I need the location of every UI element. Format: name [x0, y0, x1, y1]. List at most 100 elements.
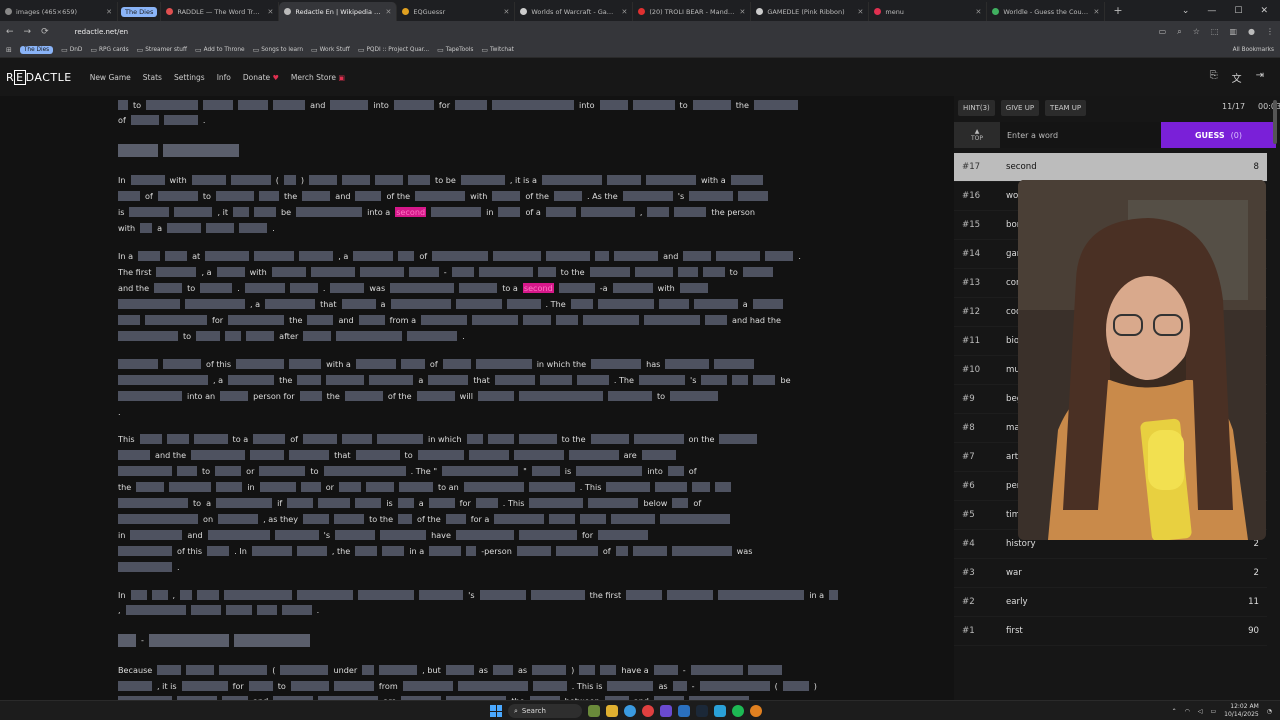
battery-icon[interactable]: ▭ [1210, 708, 1216, 715]
redacted-word[interactable] [393, 100, 434, 110]
redacted-word[interactable] [398, 482, 433, 492]
redacted-word[interactable] [362, 665, 375, 675]
redacted-word[interactable] [302, 191, 331, 201]
redacted-word[interactable] [633, 434, 684, 444]
redacted-word[interactable] [487, 434, 514, 444]
redacted-word[interactable] [335, 530, 376, 540]
bookmark-item[interactable]: ▭ Streamer stuff [137, 46, 187, 54]
redacted-word[interactable] [273, 100, 306, 110]
redacted-word[interactable] [475, 359, 532, 369]
redacted-word[interactable] [644, 315, 701, 325]
redacted-word[interactable] [702, 267, 725, 277]
redacted-word[interactable] [377, 434, 424, 444]
redacted-word[interactable] [428, 375, 469, 385]
redacted-word[interactable] [513, 450, 564, 460]
redacted-word[interactable] [140, 223, 153, 233]
redacted-word[interactable] [665, 359, 710, 369]
redacted-word[interactable] [714, 359, 755, 369]
redacted-word[interactable] [239, 223, 268, 233]
new-tab-icon[interactable]: + [1105, 4, 1130, 17]
file-explorer-icon[interactable] [606, 705, 618, 717]
side-panel-icon[interactable]: ▥ [1229, 27, 1237, 37]
redacted-word[interactable] [118, 562, 172, 572]
redacted-word[interactable] [730, 175, 763, 185]
redacted-word[interactable] [641, 450, 676, 460]
redacted-word[interactable] [297, 375, 322, 385]
redacted-word[interactable] [492, 100, 575, 110]
redacted-word[interactable] [191, 450, 246, 460]
redacted-word[interactable] [207, 530, 270, 540]
guess-row-item[interactable]: #17 second 8 [954, 153, 1267, 182]
redacted-word[interactable] [506, 299, 541, 309]
redacted-word[interactable] [145, 315, 207, 325]
redacted-word[interactable] [752, 299, 783, 309]
redacted-word[interactable] [118, 191, 140, 201]
redacted-word[interactable] [129, 207, 170, 217]
redacted-word[interactable] [600, 665, 617, 675]
redacted-word[interactable] [309, 175, 338, 185]
redacted-word[interactable] [408, 175, 431, 185]
bookmark-group-chip[interactable]: The Dies [19, 45, 54, 54]
redacted-word[interactable] [738, 191, 769, 201]
redacted-word[interactable] [283, 175, 296, 185]
redacted-word[interactable] [271, 267, 306, 277]
redacted-word[interactable] [432, 251, 489, 261]
tab-close-icon[interactable]: ✕ [503, 8, 509, 16]
team-up-button[interactable]: TEAM UP [1045, 100, 1087, 116]
redacted-word[interactable] [692, 482, 711, 492]
redacted-word[interactable] [228, 375, 275, 385]
nav-stats[interactable]: Stats [143, 73, 162, 82]
redacted-word[interactable] [531, 466, 560, 476]
redacted-word[interactable] [549, 514, 576, 524]
redacted-word[interactable] [353, 251, 394, 261]
redacted-word[interactable] [518, 391, 603, 401]
redacted-word[interactable] [753, 375, 776, 385]
redacted-word[interactable] [118, 315, 140, 325]
redacted-word[interactable] [118, 466, 172, 476]
browser-tab[interactable]: Worlds of Warcraft - Game - G✕ [515, 2, 634, 21]
redacted-word[interactable] [568, 450, 619, 460]
redacted-word[interactable] [191, 175, 226, 185]
redacted-word[interactable] [677, 267, 698, 277]
hint-button[interactable]: HINT(3) [958, 100, 995, 116]
redacted-word[interactable] [598, 530, 649, 540]
redacted-word[interactable] [118, 546, 172, 556]
redacted-word[interactable] [451, 267, 474, 277]
app-icon-red[interactable] [642, 705, 654, 717]
redacted-word[interactable] [375, 175, 404, 185]
redacted-word[interactable] [546, 251, 591, 261]
redacted-word[interactable] [402, 681, 453, 691]
redacted-word[interactable] [408, 267, 439, 277]
redacted-word[interactable] [186, 665, 215, 675]
redacted-word[interactable] [607, 391, 652, 401]
redacted-word[interactable] [457, 681, 528, 691]
redacted-word[interactable] [355, 450, 400, 460]
redacted-word[interactable] [289, 359, 322, 369]
redacted-word[interactable] [296, 207, 363, 217]
redacted-word[interactable] [674, 207, 707, 217]
redacted-word[interactable] [397, 498, 414, 508]
redacted-word[interactable] [280, 665, 329, 675]
redacted-word[interactable] [216, 482, 243, 492]
redacted-word[interactable] [429, 546, 462, 556]
redacted-word[interactable] [318, 498, 351, 508]
redacted-word[interactable] [672, 498, 689, 508]
redacted-word[interactable] [238, 100, 269, 110]
profile-icon[interactable]: ● [1248, 27, 1255, 37]
redacted-word[interactable] [118, 299, 180, 309]
redacted-word[interactable] [558, 283, 595, 293]
tab-close-icon[interactable]: ✕ [857, 8, 863, 16]
bookmark-item[interactable]: ▭ DnD [61, 46, 82, 54]
redacted-word[interactable] [398, 251, 415, 261]
redacted-word[interactable] [765, 251, 794, 261]
guess-row-item[interactable]: #1 first 90 [954, 617, 1267, 646]
redacted-word[interactable] [163, 359, 201, 369]
tab-close-icon[interactable]: ✕ [1093, 8, 1099, 16]
redacted-word[interactable] [281, 605, 312, 615]
redacted-word[interactable] [579, 665, 596, 675]
vscode-icon[interactable] [678, 705, 690, 717]
language-icon[interactable]: 文 [1232, 70, 1242, 85]
bookmark-item[interactable]: ▭ TapeTools [437, 46, 473, 54]
nav-merch-store[interactable]: Merch Store ▣ [291, 73, 345, 82]
redacted-word[interactable] [130, 115, 159, 125]
